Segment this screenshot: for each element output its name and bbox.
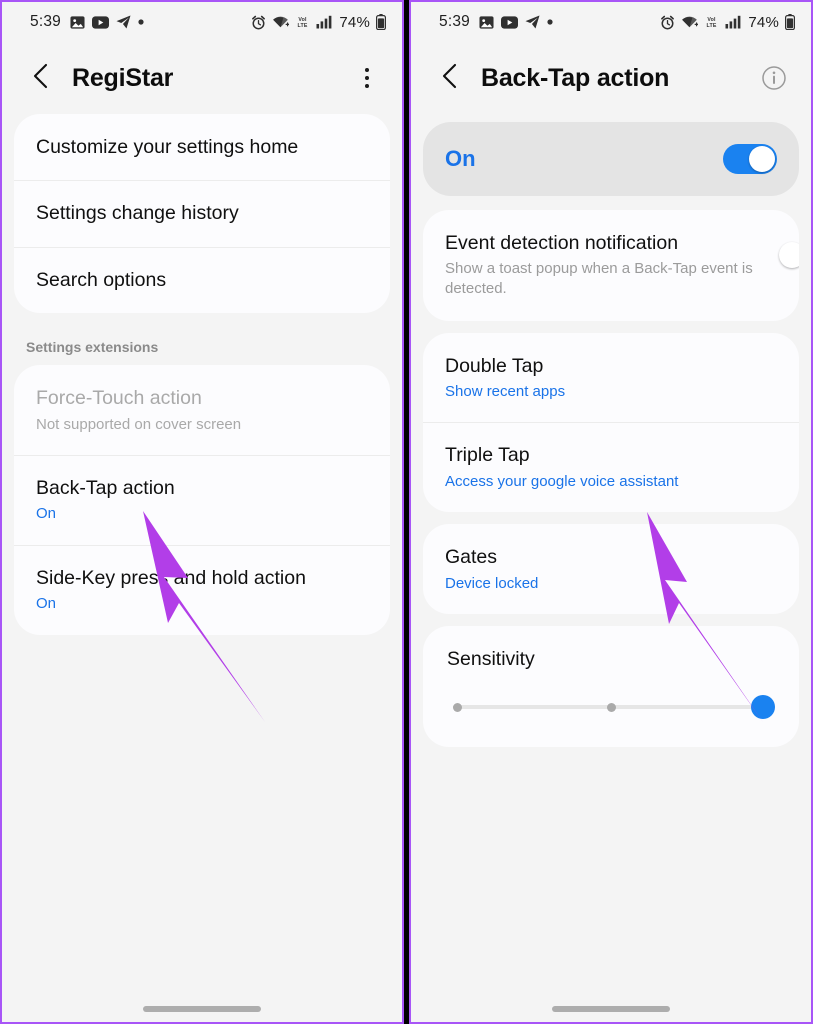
slider-thumb[interactable] bbox=[751, 695, 775, 720]
gallery-icon bbox=[70, 15, 85, 30]
info-icon[interactable] bbox=[759, 63, 789, 93]
list-item-label: Search options bbox=[36, 268, 167, 291]
dot-2 bbox=[365, 76, 369, 80]
svg-text:VoI: VoI bbox=[299, 17, 308, 23]
youtube-icon bbox=[500, 15, 518, 29]
dot-icon bbox=[547, 19, 553, 25]
telegram-icon bbox=[525, 15, 540, 29]
alarm-icon bbox=[251, 15, 266, 30]
gesture-actions-card: Double Tap Show recent apps Triple Tap A… bbox=[423, 332, 799, 513]
list-item-force-touch-action: Force-Touch action Not supported on cove… bbox=[14, 365, 390, 455]
list-item-sublabel: Show recent apps bbox=[445, 382, 566, 400]
more-vertical-icon[interactable] bbox=[354, 65, 380, 91]
sensitivity-section: Sensitivity bbox=[423, 626, 799, 747]
list-item-label: Customize your settings home bbox=[36, 136, 299, 158]
list-item-label: Double Tap bbox=[445, 354, 544, 377]
list-item-sublabel: On bbox=[36, 595, 57, 613]
list-item-triple-tap[interactable]: Triple Tap Access your google voice assi… bbox=[423, 422, 799, 512]
list-item-label: Gates bbox=[445, 546, 498, 569]
youtube-icon bbox=[91, 15, 109, 29]
switch-knob bbox=[749, 146, 775, 172]
battery-percent: 74% bbox=[339, 13, 370, 31]
back-button-left[interactable] bbox=[28, 63, 54, 94]
battery-percent: 74% bbox=[748, 13, 779, 31]
master-toggle-row[interactable]: On bbox=[423, 122, 799, 196]
status-system-icons: VoI LTE 74% bbox=[660, 13, 796, 31]
event-detection-texts: Event detection notification Show a toas… bbox=[445, 231, 777, 300]
list-item-description: Show a toast popup when a Back-Tap event… bbox=[445, 260, 753, 298]
signal-icon bbox=[725, 15, 741, 29]
svg-text:LTE: LTE bbox=[707, 23, 717, 29]
event-detection-card: Event detection notification Show a toas… bbox=[423, 210, 799, 321]
slider-tick-0[interactable] bbox=[453, 702, 462, 712]
chevron-left-icon bbox=[439, 63, 461, 94]
wifi-icon bbox=[681, 15, 699, 29]
gallery-icon bbox=[479, 15, 494, 30]
home-indicator-bar bbox=[552, 1006, 670, 1012]
slider-tick-1[interactable] bbox=[606, 702, 616, 712]
battery-icon bbox=[376, 14, 387, 31]
dot-3 bbox=[365, 84, 369, 88]
list-item-search-options[interactable]: Search options bbox=[14, 246, 390, 313]
status-notification-icons bbox=[479, 15, 553, 30]
dual-screenshot-composite: 5:39 VoI LTE 74% RegiStar Customize your… bbox=[0, 0, 813, 1024]
svg-text:VoI: VoI bbox=[708, 17, 717, 23]
list-item-customize-settings-home[interactable]: Customize your settings home bbox=[14, 114, 390, 180]
list-item-sublabel: Not supported on cover screen bbox=[36, 415, 242, 433]
settings-card-primary: Customize your settings home Settings ch… bbox=[14, 114, 390, 314]
volte-icon: VoI LTE bbox=[704, 15, 719, 29]
home-indicator-right[interactable] bbox=[411, 1006, 811, 1012]
left-phone-screenshot: 5:39 VoI LTE 74% RegiStar Customize your… bbox=[0, 0, 404, 1024]
list-item-sublabel: Device locked bbox=[445, 574, 539, 592]
status-bar-right: 5:39 VoI LTE 74% bbox=[411, 2, 811, 42]
page-title-left: RegiStar bbox=[72, 63, 174, 92]
list-item-label: Event detection notification bbox=[445, 232, 679, 254]
back-button-right[interactable] bbox=[437, 63, 463, 94]
sensitivity-slider[interactable] bbox=[447, 695, 775, 720]
master-toggle-label: On bbox=[445, 146, 476, 171]
chevron-left-icon bbox=[30, 63, 52, 94]
alarm-icon bbox=[660, 15, 675, 30]
home-indicator-bar bbox=[143, 1006, 261, 1012]
list-item-settings-change-history[interactable]: Settings change history bbox=[14, 180, 390, 246]
list-item-double-tap[interactable]: Double Tap Show recent apps bbox=[423, 333, 799, 423]
master-toggle-switch[interactable] bbox=[723, 144, 777, 174]
sensitivity-card: Sensitivity bbox=[423, 626, 799, 748]
dot-icon bbox=[138, 19, 144, 25]
section-header-settings-extensions: Settings extensions bbox=[26, 339, 159, 356]
status-bar-left: 5:39 VoI LTE 74% bbox=[2, 2, 402, 42]
left-header: RegiStar bbox=[2, 42, 402, 114]
wifi-icon bbox=[272, 15, 290, 29]
list-item-back-tap-action[interactable]: Back-Tap action On bbox=[14, 455, 390, 545]
status-time: 5:39 bbox=[439, 13, 470, 30]
status-notification-icons bbox=[70, 15, 144, 30]
home-indicator-left[interactable] bbox=[2, 1006, 402, 1012]
svg-text:LTE: LTE bbox=[298, 23, 308, 29]
page-title-right: Back-Tap action bbox=[481, 63, 670, 92]
list-item-side-key-press-and-hold-action[interactable]: Side-Key press and hold action On bbox=[14, 544, 390, 635]
right-phone-screenshot: 5:39 VoI LTE 74% Back-Tap action On Even… bbox=[409, 0, 813, 1024]
list-item-label: Force-Touch action bbox=[36, 387, 202, 410]
settings-card-extensions: Force-Touch action Not supported on cove… bbox=[14, 365, 390, 635]
list-item-label: Side-Key press and hold action bbox=[36, 566, 306, 589]
volte-icon: VoI LTE bbox=[295, 15, 310, 29]
list-item-sublabel: On bbox=[36, 505, 57, 523]
gates-card: Gates Device locked bbox=[423, 524, 799, 615]
telegram-icon bbox=[116, 15, 131, 29]
status-system-icons: VoI LTE 74% bbox=[251, 13, 387, 31]
switch-knob bbox=[779, 242, 799, 268]
battery-icon bbox=[785, 14, 796, 31]
sensitivity-label: Sensitivity bbox=[447, 648, 535, 671]
signal-icon bbox=[316, 15, 332, 29]
list-item-event-detection-notification[interactable]: Event detection notification Show a toas… bbox=[423, 210, 799, 321]
list-item-sublabel: Access your google voice assistant bbox=[445, 472, 679, 490]
status-time: 5:39 bbox=[30, 13, 61, 30]
right-header: Back-Tap action bbox=[411, 42, 811, 114]
list-item-label: Triple Tap bbox=[445, 444, 530, 467]
dot-1 bbox=[365, 68, 369, 72]
list-item-label: Settings change history bbox=[36, 202, 239, 225]
list-item-gates[interactable]: Gates Device locked bbox=[423, 524, 799, 614]
list-item-label: Back-Tap action bbox=[36, 477, 175, 499]
